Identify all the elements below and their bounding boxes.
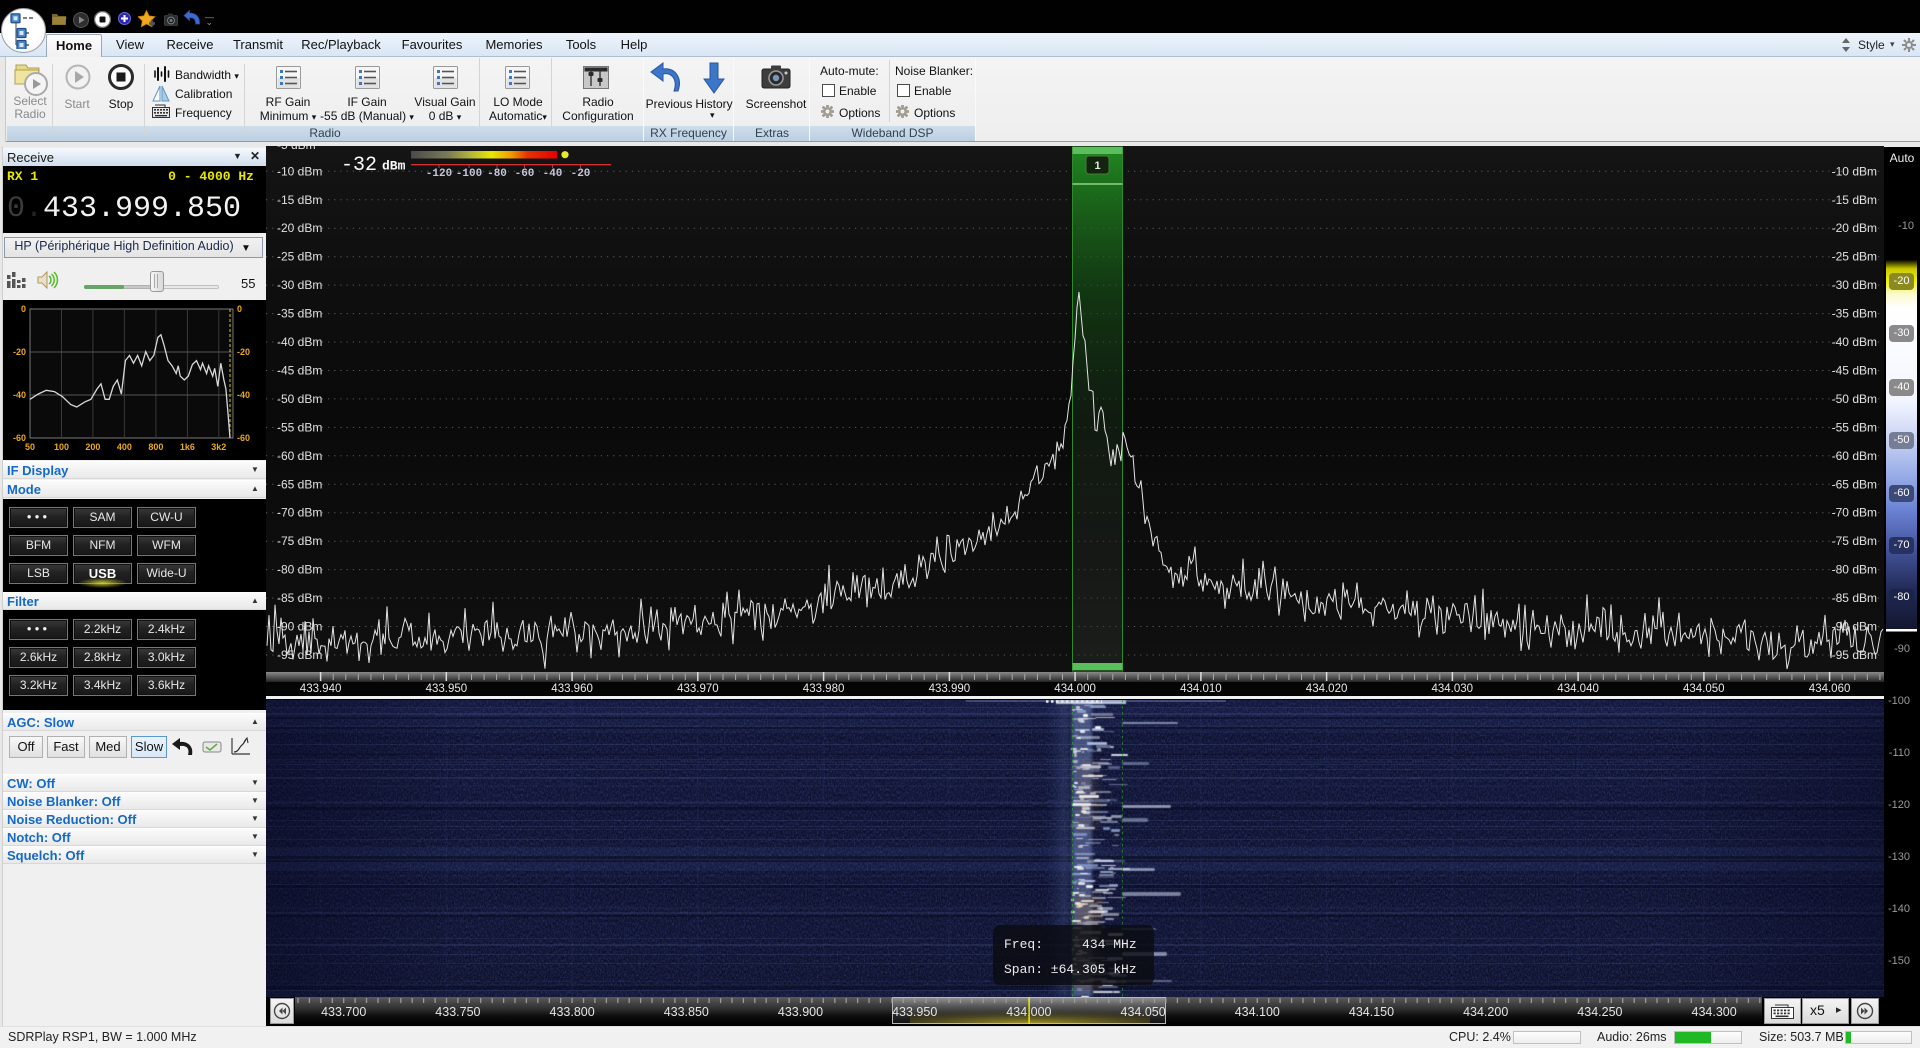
svg-text:434.040: 434.040 <box>1557 683 1599 695</box>
svg-text:-85 dBm: -85 dBm <box>277 591 322 605</box>
svg-text:434.000: 434.000 <box>1054 683 1096 695</box>
svg-text:434.250: 434.250 <box>1577 1005 1622 1019</box>
svg-text:-10 dBm: -10 dBm <box>1832 164 1877 178</box>
svg-text:-45 dBm: -45 dBm <box>277 364 322 378</box>
svg-text:-40: -40 <box>13 390 26 400</box>
svg-text:434.050: 434.050 <box>1683 683 1725 695</box>
svg-text:434.150: 434.150 <box>1349 1005 1394 1019</box>
svg-text:-95 dBm: -95 dBm <box>277 648 322 662</box>
svg-text:-60 dBm: -60 dBm <box>277 449 322 463</box>
svg-text:-32: -32 <box>341 154 377 177</box>
svg-text:-75 dBm: -75 dBm <box>1832 534 1877 548</box>
svg-text:433.700: 433.700 <box>321 1005 366 1019</box>
svg-text:-15 dBm: -15 dBm <box>277 193 322 207</box>
svg-text:433.950: 433.950 <box>892 1005 937 1019</box>
svg-text:-60: -60 <box>237 433 250 443</box>
svg-text:-80 dBm: -80 dBm <box>1832 563 1877 577</box>
svg-text:-35 dBm: -35 dBm <box>1832 307 1877 321</box>
svg-text:-120: -120 <box>426 168 452 180</box>
svg-text:-25 dBm: -25 dBm <box>1832 250 1877 264</box>
svg-text:1: 1 <box>1094 160 1100 172</box>
svg-text:200: 200 <box>85 442 100 452</box>
svg-text:433.960: 433.960 <box>551 683 593 695</box>
svg-text:50: 50 <box>25 442 35 452</box>
svg-text:434.300: 434.300 <box>1692 1005 1737 1019</box>
svg-text:-45 dBm: -45 dBm <box>1832 364 1877 378</box>
svg-text:434.050: 434.050 <box>1121 1005 1166 1019</box>
svg-text:-60: -60 <box>515 168 535 180</box>
svg-text:0: 0 <box>21 304 26 314</box>
svg-text:-50 dBm: -50 dBm <box>277 392 322 406</box>
svg-text:-20: -20 <box>13 347 26 357</box>
svg-text:dBm: dBm <box>382 159 406 174</box>
svg-text:-20: -20 <box>571 168 591 180</box>
svg-text:-20 dBm: -20 dBm <box>1832 221 1877 235</box>
svg-text:-40: -40 <box>543 168 563 180</box>
svg-text:433.950: 433.950 <box>426 683 468 695</box>
svg-text:400: 400 <box>117 442 132 452</box>
svg-text:0: 0 <box>237 304 242 314</box>
svg-text:-60 dBm: -60 dBm <box>1832 449 1877 463</box>
svg-text:434.060: 434.060 <box>1809 683 1851 695</box>
svg-text:-55 dBm: -55 dBm <box>1832 420 1877 434</box>
svg-text:433.970: 433.970 <box>677 683 719 695</box>
svg-text:-75 dBm: -75 dBm <box>277 534 322 548</box>
svg-text:-10 dBm: -10 dBm <box>277 164 322 178</box>
svg-text:-70 dBm: -70 dBm <box>1832 506 1877 520</box>
svg-text:-65 dBm: -65 dBm <box>1832 477 1877 491</box>
svg-text:-80: -80 <box>487 168 507 180</box>
svg-text:-30 dBm: -30 dBm <box>277 278 322 292</box>
svg-text:-50 dBm: -50 dBm <box>1832 392 1877 406</box>
svg-text:-80 dBm: -80 dBm <box>277 563 322 577</box>
svg-text:-55 dBm: -55 dBm <box>277 420 322 434</box>
svg-text:433.800: 433.800 <box>550 1005 595 1019</box>
svg-text:-25 dBm: -25 dBm <box>277 250 322 264</box>
svg-text:433.940: 433.940 <box>300 683 342 695</box>
svg-text:-90 dBm: -90 dBm <box>1832 620 1877 634</box>
svg-text:434.010: 434.010 <box>1180 683 1222 695</box>
svg-text:-100: -100 <box>456 168 482 180</box>
svg-text:-40: -40 <box>237 390 250 400</box>
svg-text:-65 dBm: -65 dBm <box>277 477 322 491</box>
svg-text:-20: -20 <box>237 347 250 357</box>
svg-text:433.990: 433.990 <box>929 683 971 695</box>
svg-text:100: 100 <box>54 442 69 452</box>
svg-text:-15 dBm: -15 dBm <box>1832 193 1877 207</box>
svg-text:-40 dBm: -40 dBm <box>277 335 322 349</box>
svg-text:-85 dBm: -85 dBm <box>1832 591 1877 605</box>
svg-text:-20 dBm: -20 dBm <box>277 221 322 235</box>
svg-text:433.750: 433.750 <box>435 1005 480 1019</box>
svg-text:-5 dBm: -5 dBm <box>277 146 316 152</box>
svg-text:-70 dBm: -70 dBm <box>277 506 322 520</box>
svg-text:800: 800 <box>148 442 163 452</box>
svg-text:-30 dBm: -30 dBm <box>1832 278 1877 292</box>
svg-text:3k2: 3k2 <box>211 442 226 452</box>
svg-text:-35 dBm: -35 dBm <box>277 307 322 321</box>
svg-text:-90 dBm: -90 dBm <box>277 620 322 634</box>
svg-text:434.200: 434.200 <box>1463 1005 1508 1019</box>
svg-text:-95 dBm: -95 dBm <box>1832 648 1877 662</box>
svg-text:433.980: 433.980 <box>803 683 845 695</box>
svg-text:434.100: 434.100 <box>1235 1005 1280 1019</box>
svg-text:433.850: 433.850 <box>664 1005 709 1019</box>
svg-text:434.030: 434.030 <box>1432 683 1474 695</box>
svg-text:433.900: 433.900 <box>778 1005 823 1019</box>
svg-text:1k6: 1k6 <box>180 442 195 452</box>
svg-text:-40 dBm: -40 dBm <box>1832 335 1877 349</box>
svg-text:434.020: 434.020 <box>1306 683 1348 695</box>
